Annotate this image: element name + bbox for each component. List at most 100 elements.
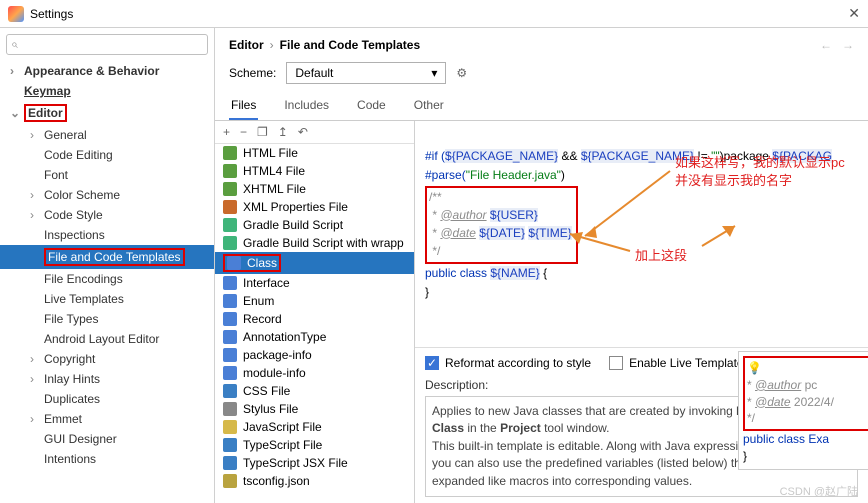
file-icon xyxy=(223,218,237,232)
copy-template-button[interactable]: ❐ xyxy=(257,125,268,139)
remove-template-button[interactable]: − xyxy=(240,125,247,139)
annotation-2: 并没有显示我的名字 xyxy=(675,171,792,191)
template-module-info[interactable]: module-info xyxy=(215,364,414,382)
sidebar-item-gui-designer[interactable]: GUI Designer xyxy=(0,429,214,449)
live-templates-checkbox[interactable]: Enable Live Templates xyxy=(609,356,750,370)
file-icon xyxy=(223,474,237,488)
search-input[interactable] xyxy=(18,38,203,52)
sidebar-item-file-and-code-templates[interactable]: File and Code Templates xyxy=(0,245,214,269)
template-typescript-jsx-file[interactable]: TypeScript JSX File xyxy=(215,454,414,472)
sidebar-item-intentions[interactable]: Intentions xyxy=(0,449,214,469)
template-tabs: Files Includes Code Other xyxy=(215,92,868,121)
breadcrumb-sep: › xyxy=(270,38,274,52)
template-class[interactable]: Class xyxy=(215,252,414,274)
file-icon xyxy=(223,456,237,470)
file-icon xyxy=(223,438,237,452)
tab-code[interactable]: Code xyxy=(355,92,388,120)
sidebar-item-inlay-hints[interactable]: Inlay Hints xyxy=(0,369,214,389)
search-box[interactable]: ⌕ xyxy=(6,34,208,55)
close-icon[interactable]: ✕ xyxy=(848,5,860,22)
template-interface[interactable]: Interface xyxy=(215,274,414,292)
file-icon xyxy=(223,182,237,196)
file-icon xyxy=(223,164,237,178)
template-record[interactable]: Record xyxy=(215,310,414,328)
code-editor[interactable]: #if (${PACKAGE_NAME} && ${PACKAGE_NAME} … xyxy=(415,121,868,348)
template-javascript-file[interactable]: JavaScript File xyxy=(215,418,414,436)
file-icon xyxy=(223,420,237,434)
sidebar-item-inspections[interactable]: Inspections xyxy=(0,225,214,245)
scheme-label: Scheme: xyxy=(229,66,276,80)
template-gradle-build-script[interactable]: Gradle Build Script xyxy=(215,216,414,234)
chevron-right-icon xyxy=(30,128,40,142)
checkbox-checked-icon: ✓ xyxy=(425,356,439,370)
template-annotationtype[interactable]: AnnotationType xyxy=(215,328,414,346)
breadcrumb-editor[interactable]: Editor xyxy=(229,38,264,52)
tab-other[interactable]: Other xyxy=(412,92,446,120)
template-stylus-file[interactable]: Stylus File xyxy=(215,400,414,418)
file-icon xyxy=(223,200,237,214)
template-xhtml-file[interactable]: XHTML File xyxy=(215,180,414,198)
file-icon xyxy=(223,330,237,344)
chevron-right-icon xyxy=(10,64,20,78)
search-icon: ⌕ xyxy=(11,37,18,52)
template-typescript-file[interactable]: TypeScript File xyxy=(215,436,414,454)
reformat-checkbox[interactable]: ✓ Reformat according to style xyxy=(425,356,591,370)
sidebar-item-emmet[interactable]: Emmet xyxy=(0,409,214,429)
scheme-value: Default xyxy=(295,66,333,80)
chevron-right-icon xyxy=(30,352,40,366)
tab-files[interactable]: Files xyxy=(229,92,258,120)
sidebar-item-code-editing[interactable]: Code Editing xyxy=(0,145,214,165)
file-icon xyxy=(223,312,237,326)
file-icon xyxy=(223,236,237,250)
file-icon xyxy=(223,402,237,416)
template-tsconfig-json[interactable]: tsconfig.json xyxy=(215,472,414,490)
chevron-right-icon xyxy=(30,372,40,386)
file-icon xyxy=(223,366,237,380)
template-html4-file[interactable]: HTML4 File xyxy=(215,162,414,180)
settings-tree: Appearance & BehaviorKeymapEditorGeneral… xyxy=(0,61,214,503)
up-button[interactable]: ↥ xyxy=(278,125,288,139)
sidebar-item-keymap[interactable]: Keymap xyxy=(0,81,214,101)
template-xml-properties-file[interactable]: XML Properties File xyxy=(215,198,414,216)
checkbox-icon xyxy=(609,356,623,370)
file-icon xyxy=(223,294,237,308)
tab-includes[interactable]: Includes xyxy=(282,92,331,120)
annotation-3: 加上这段 xyxy=(635,246,687,266)
sidebar-item-color-scheme[interactable]: Color Scheme xyxy=(0,185,214,205)
sidebar-item-copyright[interactable]: Copyright xyxy=(0,349,214,369)
code-preview-popup: 💡 * @author pc * @date 2022/4/ */ public… xyxy=(738,351,868,470)
sidebar-item-live-templates[interactable]: Live Templates xyxy=(0,289,214,309)
sidebar-item-general[interactable]: General xyxy=(0,125,214,145)
sidebar-item-file-types[interactable]: File Types xyxy=(0,309,214,329)
sidebar-item-android-layout-editor[interactable]: Android Layout Editor xyxy=(0,329,214,349)
settings-sidebar: ⌕ Appearance & BehaviorKeymapEditorGener… xyxy=(0,28,215,503)
nav-forward-icon[interactable]: → xyxy=(842,38,854,52)
file-icon xyxy=(223,384,237,398)
template-gradle-build-script-with-wrapp[interactable]: Gradle Build Script with wrapp xyxy=(215,234,414,252)
file-icon xyxy=(223,348,237,362)
breadcrumb-current: File and Code Templates xyxy=(280,38,420,52)
add-template-button[interactable]: + xyxy=(223,125,230,139)
sidebar-item-appearance-behavior[interactable]: Appearance & Behavior xyxy=(0,61,214,81)
file-icon xyxy=(223,276,237,290)
template-package-info[interactable]: package-info xyxy=(215,346,414,364)
sidebar-item-duplicates[interactable]: Duplicates xyxy=(0,389,214,409)
template-enum[interactable]: Enum xyxy=(215,292,414,310)
scheme-select[interactable]: Default ▾ xyxy=(286,62,446,84)
chevron-right-icon xyxy=(30,412,40,426)
sidebar-item-font[interactable]: Font xyxy=(0,165,214,185)
undo-button[interactable]: ↶ xyxy=(298,125,308,139)
sidebar-item-code-style[interactable]: Code Style xyxy=(0,205,214,225)
template-html-file[interactable]: HTML File xyxy=(215,144,414,162)
chevron-down-icon xyxy=(10,106,20,120)
watermark: CSDN @赵广陆 xyxy=(780,483,858,499)
file-icon xyxy=(223,146,237,160)
chevron-right-icon xyxy=(30,208,40,222)
template-list: HTML FileHTML4 FileXHTML FileXML Propert… xyxy=(215,144,414,503)
sidebar-item-file-encodings[interactable]: File Encodings xyxy=(0,269,214,289)
template-css-file[interactable]: CSS File xyxy=(215,382,414,400)
file-icon xyxy=(227,256,241,270)
gear-icon[interactable]: ⚙ xyxy=(456,66,467,80)
nav-back-icon[interactable]: ← xyxy=(820,38,832,52)
sidebar-item-editor[interactable]: Editor xyxy=(0,101,214,125)
